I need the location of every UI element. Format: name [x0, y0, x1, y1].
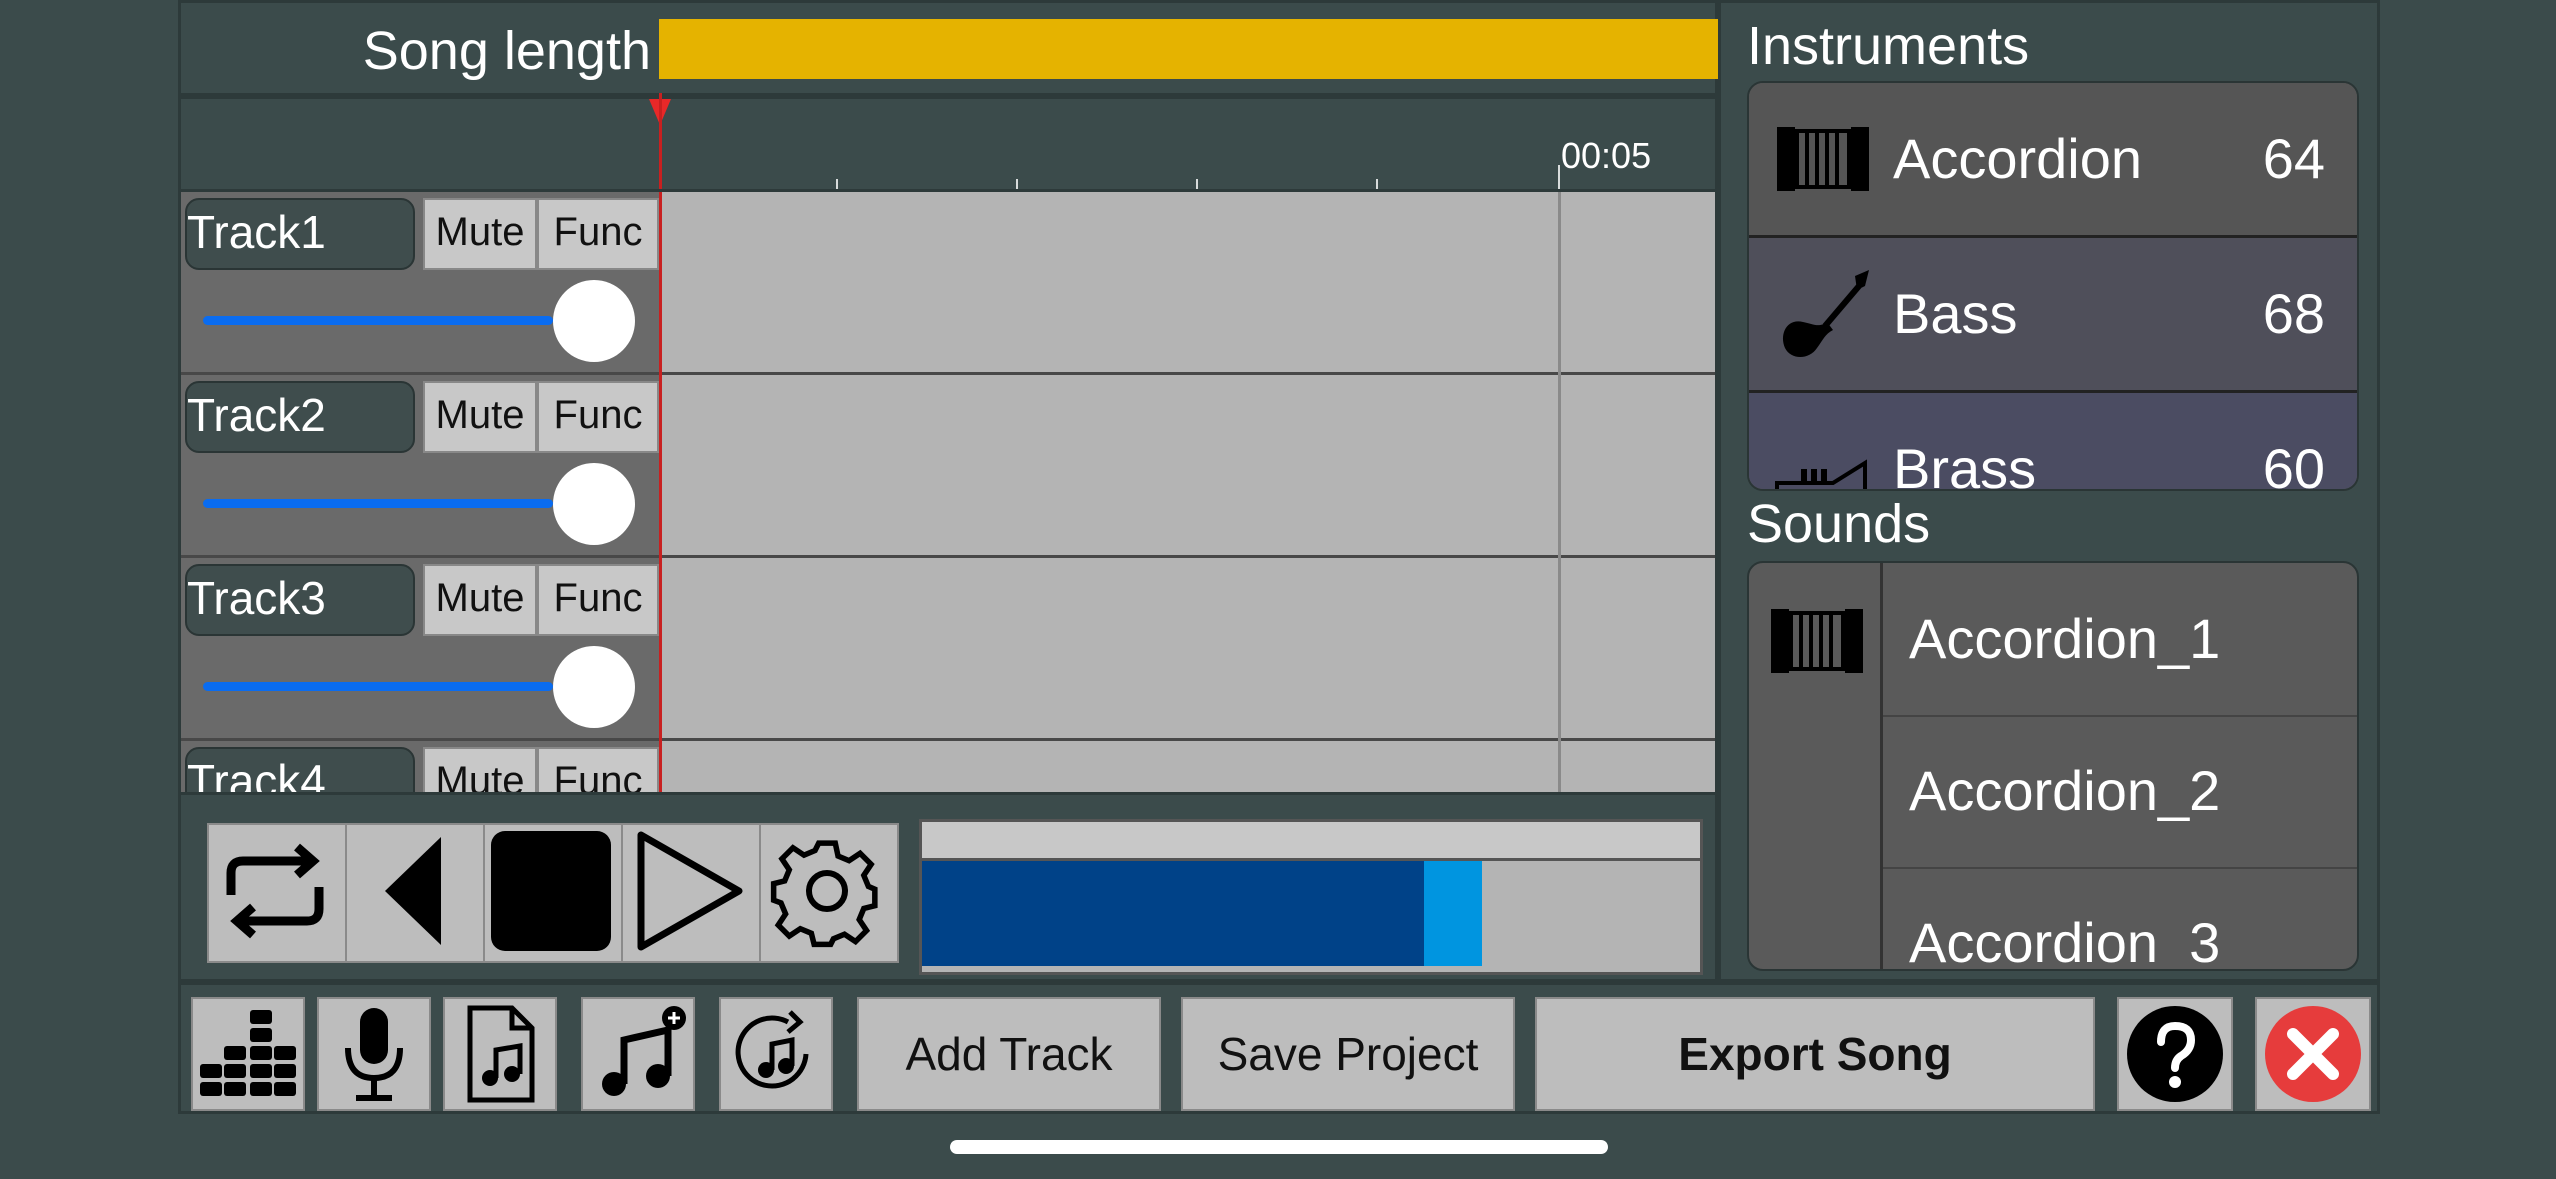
- volume-slider-knob[interactable]: [553, 646, 635, 728]
- add-track-button[interactable]: Add Track: [857, 997, 1161, 1111]
- track-header: Track2 Mute Func: [181, 375, 659, 555]
- sounds-title: Sounds: [1747, 494, 1931, 554]
- instrument-count: 68: [2262, 282, 2325, 345]
- save-project-button[interactable]: Save Project: [1181, 997, 1515, 1111]
- help-icon: [2127, 1006, 2223, 1102]
- sounds-category: [1749, 563, 1883, 969]
- sound-item[interactable]: Accordion_3: [1883, 867, 2357, 971]
- track-header: Track1 Mute Func: [181, 192, 659, 372]
- func-button[interactable]: Func: [537, 381, 659, 453]
- mixer-button[interactable]: [191, 997, 305, 1111]
- track-row: Track2 Mute Func: [181, 375, 1715, 559]
- music-loop-icon: [735, 1010, 809, 1089]
- mute-button[interactable]: Mute: [423, 381, 537, 453]
- instrument-item[interactable]: Accordion 64: [1749, 83, 2357, 238]
- electric-guitar-icon: [1783, 270, 1869, 357]
- rewind-button[interactable]: [345, 823, 485, 963]
- record-button[interactable]: [317, 997, 431, 1111]
- sound-item[interactable]: Accordion_1: [1883, 563, 2357, 717]
- sound-name: Accordion_1: [1909, 607, 2221, 670]
- instrument-item[interactable]: Brass 60: [1749, 393, 2357, 491]
- microphone-icon: [345, 1008, 403, 1101]
- volume-slider-track[interactable]: [203, 682, 553, 691]
- instrument-name: Accordion: [1893, 127, 2143, 190]
- playhead-line: [659, 93, 662, 189]
- track-row: Track4 Mute Func: [181, 741, 1715, 792]
- add-music-icon: [602, 1006, 686, 1096]
- loop-button[interactable]: [207, 823, 347, 963]
- playhead-line: [659, 192, 662, 792]
- instrument-item[interactable]: Bass 68: [1749, 238, 2357, 393]
- settings-button[interactable]: [759, 823, 899, 963]
- sound-name: Accordion_3: [1909, 911, 2221, 971]
- instrument-name: Brass: [1893, 437, 2037, 491]
- progress-position-marker[interactable]: [1424, 861, 1482, 966]
- song-length-header: Song length: [178, 0, 1721, 96]
- ruler-tick: [836, 179, 838, 189]
- bottom-toolbar: Add Track Save Project Export Song: [178, 982, 2380, 1114]
- ruler-tick: [1196, 179, 1198, 189]
- accordion-icon: [1771, 609, 1863, 673]
- instruments-list[interactable]: Accordion 64 Bass 68 Brass 60: [1747, 81, 2359, 491]
- song-length-label: Song length: [362, 21, 651, 81]
- music-file-icon: [467, 1005, 535, 1103]
- track-name[interactable]: Track3: [185, 564, 415, 636]
- song-length-bar[interactable]: [659, 19, 1721, 79]
- sound-name: Accordion_2: [1909, 759, 2221, 822]
- instruments-title: Instruments: [1747, 16, 2030, 76]
- help-button[interactable]: [2117, 997, 2233, 1111]
- func-button[interactable]: Func: [537, 198, 659, 270]
- accordion-icon: [1777, 127, 1869, 191]
- func-button[interactable]: Func: [537, 747, 659, 792]
- rewind-icon: [385, 837, 441, 945]
- sound-item[interactable]: Accordion_2: [1883, 715, 2357, 869]
- library-panel: Instruments Accordion 64 Bass 68 Brass 6…: [1718, 0, 2380, 982]
- ruler-tick-major: [1558, 165, 1560, 189]
- volume-slider-knob[interactable]: [553, 280, 635, 362]
- close-icon: [2265, 1006, 2361, 1102]
- time-marker-line: [1558, 192, 1561, 792]
- track-name[interactable]: Track4: [185, 747, 415, 792]
- mute-button[interactable]: Mute: [423, 564, 537, 636]
- progress-header: [922, 822, 1700, 861]
- stop-button[interactable]: [483, 823, 623, 963]
- import-file-button[interactable]: [443, 997, 557, 1111]
- mute-button[interactable]: Mute: [423, 198, 537, 270]
- track-header: Track4 Mute Func: [181, 741, 659, 792]
- ruler-tick: [1376, 179, 1378, 189]
- progress-fill: [922, 861, 1424, 966]
- loop-icon: [226, 843, 324, 939]
- track-row: Track1 Mute Func: [181, 192, 1715, 376]
- home-indicator[interactable]: [950, 1140, 1608, 1154]
- play-button[interactable]: [621, 823, 761, 963]
- track-row: Track3 Mute Func: [181, 558, 1715, 742]
- song-progress-bar[interactable]: [919, 819, 1703, 975]
- timeline-ruler[interactable]: 00:05: [178, 93, 1718, 192]
- close-button[interactable]: [2255, 997, 2371, 1111]
- settings-icon: [770, 840, 878, 948]
- music-loop-button[interactable]: [719, 997, 833, 1111]
- volume-slider-track[interactable]: [203, 499, 553, 508]
- volume-slider-track[interactable]: [203, 316, 553, 325]
- instrument-name: Bass: [1893, 282, 2018, 345]
- trumpet-icon: [1775, 459, 1867, 489]
- stop-icon: [491, 831, 611, 951]
- transport-bar: [178, 792, 1718, 982]
- play-icon: [637, 831, 743, 951]
- volume-slider-knob[interactable]: [553, 463, 635, 545]
- time-marker-label: 00:05: [1561, 135, 1652, 176]
- instrument-count: 60: [2262, 437, 2325, 491]
- mute-button[interactable]: Mute: [423, 747, 537, 792]
- instrument-count: 64: [2262, 127, 2325, 190]
- track-name[interactable]: Track2: [185, 381, 415, 453]
- tracks-area: Track1 Mute Func Track2 Mute Func Track3…: [178, 192, 1718, 792]
- func-button[interactable]: Func: [537, 564, 659, 636]
- track-name[interactable]: Track1: [185, 198, 415, 270]
- sounds-list[interactable]: Accordion_1 Accordion_2 Accordion_3: [1747, 561, 2359, 971]
- add-music-button[interactable]: [581, 997, 695, 1111]
- export-song-button[interactable]: Export Song: [1535, 997, 2095, 1111]
- ruler-tick: [1016, 179, 1018, 189]
- track-header: Track3 Mute Func: [181, 558, 659, 738]
- mixer-icon: [200, 1010, 296, 1096]
